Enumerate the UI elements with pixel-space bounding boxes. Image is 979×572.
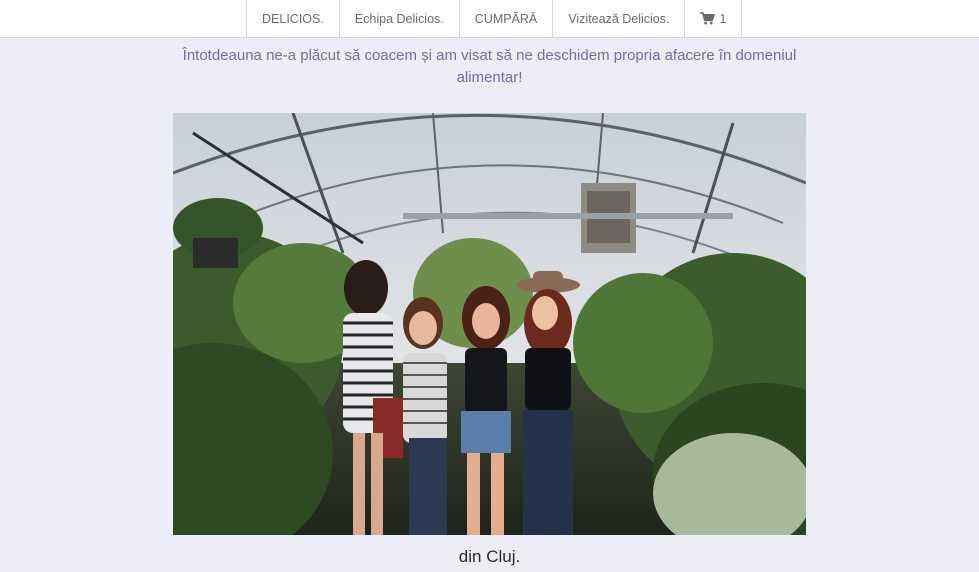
team-photo	[173, 113, 806, 535]
top-navbar: DELICIOS. Echipa Delicios. CUMPĂRĂ Vizit…	[0, 0, 979, 38]
nav-menu: DELICIOS. Echipa Delicios. CUMPĂRĂ Vizit…	[246, 0, 743, 37]
nav-item-viziteaza[interactable]: Vizitează Delicios.	[553, 0, 686, 37]
nav-item-delicios[interactable]: DELICIOS.	[247, 0, 340, 37]
nav-item-label: DELICIOS.	[262, 11, 324, 26]
shopping-cart-icon	[700, 12, 716, 25]
intro-text: Întotdeauna ne-a plăcut să coacem și am …	[182, 47, 797, 86]
cart-button[interactable]: 1	[685, 0, 743, 37]
nav-item-label: Vizitează Delicios.	[568, 11, 670, 26]
nav-item-label: CUMPĂRĂ	[474, 11, 538, 26]
nav-item-label: Echipa Delicios.	[354, 11, 444, 26]
photo-caption: din Cluj.	[458, 547, 521, 566]
nav-item-cumpara[interactable]: CUMPĂRĂ	[460, 0, 554, 37]
nav-item-echipa[interactable]: Echipa Delicios.	[340, 0, 460, 37]
cart-count: 1	[719, 11, 727, 26]
